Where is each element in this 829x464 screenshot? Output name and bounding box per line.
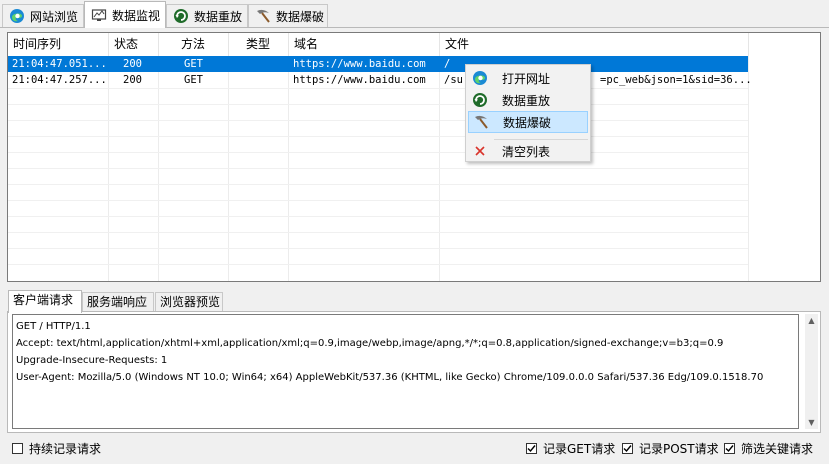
- menu-item-data-crack[interactable]: 数据爆破: [468, 111, 588, 133]
- clear-icon: [472, 143, 488, 159]
- request-line: Upgrade-Insecure-Requests: 1: [16, 355, 168, 366]
- menu-item-label: 清空列表: [502, 144, 551, 159]
- options-bar: 持续记录请求 记录GET请求 记录POST请求 筛选关键请求: [0, 437, 829, 459]
- pickaxe-icon: [255, 8, 271, 24]
- row-gridline: [8, 136, 748, 137]
- continuous-record-checkbox[interactable]: 持续记录请求: [12, 440, 101, 457]
- checkbox-label: 筛选关键请求: [741, 442, 814, 456]
- checkbox-checked-icon: [622, 443, 633, 454]
- cell-file: /: [444, 58, 451, 70]
- cell-method: GET: [184, 74, 203, 86]
- edge-icon: [9, 8, 25, 24]
- tab-server-response[interactable]: 服务端响应: [82, 292, 154, 312]
- cell-time: 21:04:47.257...: [12, 74, 107, 86]
- checkbox-label: 持续记录请求: [29, 442, 102, 456]
- pickaxe-icon: [473, 114, 489, 130]
- cell-file: /su: [444, 74, 463, 86]
- main-tab-strip: 网站浏览 数据监视 数据重放 数据爆破: [0, 0, 829, 28]
- monitor-icon: [91, 7, 107, 23]
- menu-item-open-url[interactable]: 打开网址: [468, 67, 588, 89]
- cell-file-tail: =pc_web&json=1&sid=36...: [600, 74, 752, 86]
- detail-panel: GET / HTTP/1.1 Accept: text/html,applica…: [7, 311, 821, 433]
- column-header-file[interactable]: 文件: [440, 33, 749, 56]
- cell-status: 200: [123, 74, 142, 86]
- table-row[interactable]: 21:04:47.051... 200 GET https://www.baid…: [8, 56, 748, 72]
- column-header-type[interactable]: 类型: [229, 33, 289, 56]
- cell-time: 21:04:47.051...: [12, 58, 107, 70]
- request-line: Accept: text/html,application/xhtml+xml,…: [16, 338, 724, 349]
- checkbox-unchecked-icon: [12, 443, 23, 454]
- column-header-time[interactable]: 时间序列: [8, 33, 109, 56]
- record-get-checkbox[interactable]: 记录GET请求: [526, 440, 615, 457]
- tab-data-replay[interactable]: 数据重放: [166, 4, 248, 27]
- row-gridline: [8, 200, 748, 201]
- replay-icon: [472, 92, 488, 108]
- row-gridline: [8, 248, 748, 249]
- column-header-status[interactable]: 状态: [109, 33, 159, 56]
- vertical-scrollbar[interactable]: ▲ ▼: [805, 314, 818, 429]
- request-list[interactable]: 时间序列 状态 方法 类型 域名 文件 21:04:47.051... 200 …: [7, 32, 821, 282]
- cell-domain: https://www.baidu.com: [293, 58, 426, 70]
- column-header-method[interactable]: 方法: [159, 33, 229, 56]
- row-gridline: [8, 120, 748, 121]
- menu-item-data-replay[interactable]: 数据重放: [468, 89, 588, 111]
- tab-label: 数据爆破: [276, 9, 325, 24]
- row-gridline: [8, 232, 748, 233]
- menu-item-label: 数据爆破: [503, 115, 552, 130]
- tab-label: 数据重放: [194, 9, 243, 24]
- checkbox-label: 记录POST请求: [639, 442, 719, 456]
- column-header-domain[interactable]: 域名: [289, 33, 440, 56]
- tab-label: 网站浏览: [30, 9, 79, 24]
- tab-website-browse[interactable]: 网站浏览: [2, 4, 84, 27]
- row-gridline: [8, 88, 748, 89]
- replay-icon: [173, 8, 189, 24]
- list-header: 时间序列 状态 方法 类型 域名 文件: [8, 33, 820, 56]
- cell-domain: https://www.baidu.com: [293, 74, 426, 86]
- row-gridline: [8, 184, 748, 185]
- tab-browser-preview[interactable]: 浏览器预览: [155, 292, 223, 312]
- row-gridline: [8, 216, 748, 217]
- checkbox-label: 记录GET请求: [543, 442, 616, 456]
- row-gridline: [8, 264, 748, 265]
- tab-client-request[interactable]: 客户端请求: [8, 290, 82, 313]
- cell-status: 200: [123, 58, 142, 70]
- menu-item-label: 打开网址: [502, 71, 551, 86]
- menu-item-label: 数据重放: [502, 93, 551, 108]
- scroll-down-icon[interactable]: ▼: [805, 416, 818, 429]
- row-gridline: [8, 152, 748, 153]
- scroll-up-icon[interactable]: ▲: [805, 314, 818, 327]
- edge-icon: [472, 70, 488, 86]
- request-line: User-Agent: Mozilla/5.0 (Windows NT 10.0…: [16, 372, 764, 383]
- checkbox-checked-icon: [526, 443, 537, 454]
- tab-data-monitor[interactable]: 数据监视: [84, 1, 166, 28]
- row-gridline: [8, 168, 748, 169]
- menu-item-clear-list[interactable]: 清空列表: [468, 140, 588, 162]
- filter-keywords-checkbox[interactable]: 筛选关键请求: [724, 440, 813, 457]
- cell-method: GET: [184, 58, 203, 70]
- tab-data-crack[interactable]: 数据爆破: [248, 4, 328, 27]
- checkbox-checked-icon: [724, 443, 735, 454]
- row-gridline: [8, 104, 748, 105]
- record-post-checkbox[interactable]: 记录POST请求: [622, 440, 719, 457]
- request-text-area[interactable]: GET / HTTP/1.1 Accept: text/html,applica…: [12, 314, 799, 429]
- request-line: GET / HTTP/1.1: [16, 321, 91, 332]
- column-divider: [748, 56, 749, 281]
- tab-label: 数据监视: [112, 8, 161, 23]
- table-row[interactable]: 21:04:47.257... 200 GET https://www.baid…: [8, 72, 752, 88]
- context-menu: 打开网址 数据重放 数据爆破 清空列表: [465, 64, 591, 162]
